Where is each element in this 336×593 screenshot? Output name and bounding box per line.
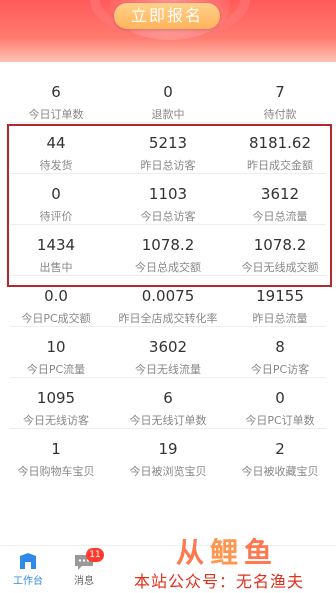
stat-value: 0 [163, 83, 173, 101]
stat-label: 今日被收藏宝贝 [241, 465, 319, 478]
tab-label: 消息 [74, 576, 94, 587]
stat-value: 10 [46, 338, 66, 356]
tab-workbench[interactable]: 工作台 [0, 546, 56, 593]
stat-value: 1095 [36, 389, 76, 407]
stat-today-orders[interactable]: 6 今日订单数 [0, 72, 112, 123]
stat-label: 昨日全店成交转化率 [118, 312, 218, 325]
stat-label: 今日PC访客 [250, 363, 310, 376]
stat-value: 0 [275, 389, 285, 407]
stat-label: 今日购物车宝贝 [17, 465, 95, 478]
stat-cart-items[interactable]: 1 今日购物车宝贝 [0, 429, 112, 480]
stat-label: 今日PC成交额 [21, 312, 91, 325]
stat-today-pc-traffic[interactable]: 10 今日PC流量 [0, 327, 112, 378]
stat-label: 今日PC流量 [26, 363, 86, 376]
stat-label: 退款中 [151, 108, 185, 121]
watermark-logo-graphic: 从 鲤 鱼 [176, 536, 273, 569]
stat-value: 3602 [148, 338, 188, 356]
stat-today-pc-visitors[interactable]: 8 今日PC访客 [224, 327, 336, 378]
stats-row: 1 今日购物车宝贝 19 今日被浏览宝贝 2 今日被收藏宝贝 [0, 429, 336, 480]
stat-pending-payment[interactable]: 7 待付款 [224, 72, 336, 123]
stat-value: 19 [158, 440, 178, 458]
stat-label: 今日无线访客 [23, 414, 89, 427]
promo-banner[interactable]: 立即报名 [0, 0, 336, 62]
stat-value: 6 [163, 389, 173, 407]
stat-value: 2 [275, 440, 285, 458]
svg-text:从: 从 [176, 536, 204, 569]
highlight-box [7, 124, 332, 287]
stat-value: 7 [275, 83, 285, 101]
tab-label: 工作台 [13, 576, 43, 587]
tab-messages[interactable]: 11 消息 [56, 546, 112, 593]
watermark-text: 本站公众号：无名渔夫 [134, 572, 305, 591]
stats-row: 10 今日PC流量 3602 今日无线流量 8 今日PC访客 [0, 327, 336, 378]
stat-refunding[interactable]: 0 退款中 [112, 72, 224, 123]
workbench-icon [20, 553, 36, 569]
stat-label: 待付款 [263, 108, 297, 121]
stat-value: 1 [51, 440, 61, 458]
stat-favorited-items[interactable]: 2 今日被收藏宝贝 [224, 429, 336, 480]
stat-label: 今日无线流量 [135, 363, 201, 376]
stat-value: 8 [275, 338, 285, 356]
stat-today-pc-orders[interactable]: 0 今日PC订单数 [224, 378, 336, 429]
stats-row: 1095 今日无线访客 6 今日无线订单数 0 今日PC订单数 [0, 378, 336, 429]
stat-today-mobile-orders[interactable]: 6 今日无线订单数 [112, 378, 224, 429]
stat-label: 今日订单数 [28, 108, 84, 121]
stat-label: 今日PC订单数 [245, 414, 315, 427]
stat-label: 今日无线订单数 [129, 414, 207, 427]
stat-value: 6 [51, 83, 61, 101]
signup-button[interactable]: 立即报名 [114, 3, 220, 29]
stat-viewed-items[interactable]: 19 今日被浏览宝贝 [112, 429, 224, 480]
stat-today-mobile-visitors[interactable]: 1095 今日无线访客 [0, 378, 112, 429]
unread-badge: 11 [86, 548, 104, 562]
stat-today-mobile-traffic[interactable]: 3602 今日无线流量 [112, 327, 224, 378]
stat-label: 今日被浏览宝贝 [129, 465, 207, 478]
stat-label: 昨日总流量 [252, 312, 308, 325]
svg-text:鱼: 鱼 [244, 536, 271, 569]
stats-row: 6 今日订单数 0 退款中 7 待付款 [0, 72, 336, 123]
svg-text:鲤: 鲤 [210, 536, 238, 569]
watermark-logo: 从 鲤 鱼 [176, 532, 286, 572]
